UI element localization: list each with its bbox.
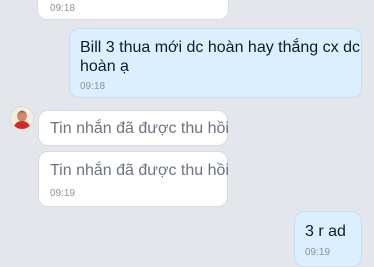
message-timestamp: 09:18 [50, 3, 76, 14]
message-bubble-outgoing[interactable]: 3 r ad 09:19 [294, 211, 362, 267]
message-timestamp: 09:19 [50, 188, 76, 199]
sender-avatar[interactable] [10, 106, 34, 130]
message-text: 3 r ad [305, 223, 346, 240]
message-bubble-incoming[interactable]: 09:18 [37, 0, 229, 20]
message-timestamp: 09:19 [305, 247, 331, 258]
message-text: Tin nhắn đã được thu hồi [50, 120, 229, 137]
message-timestamp: 09:18 [80, 81, 106, 92]
message-bubble-recalled[interactable]: Tin nhắn đã được thu hồi 09:19 [38, 151, 229, 207]
message-bubble-recalled[interactable]: Tin nhắn đã được thu hồi [38, 110, 229, 146]
avatar-image [11, 107, 33, 129]
message-text: Tin nhắn đã được thu hồi [50, 162, 229, 179]
message-text: hoàn ạ [80, 58, 129, 75]
message-bubble-outgoing[interactable]: Bill 3 thua mới dc hoàn hay thắng cx dc … [69, 28, 362, 98]
